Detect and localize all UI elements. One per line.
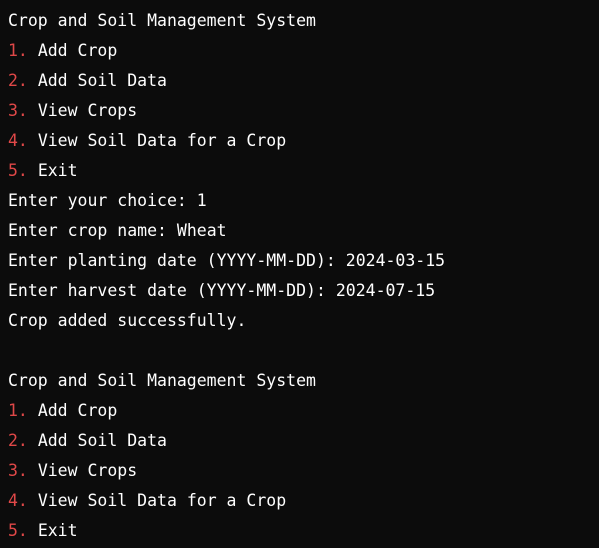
- menu-item-view-soil-data: 4. View Soil Data for a Crop: [8, 486, 599, 516]
- crop-name-prompt: Enter crop name:: [8, 221, 177, 240]
- planting-date-value: 2024-03-15: [345, 251, 446, 270]
- menu-item-label: Add Crop: [37, 41, 118, 60]
- harvest-date-prompt-line: Enter harvest date (YYYY-MM-DD): 2024-07…: [8, 276, 599, 306]
- choice-value: 1: [196, 191, 207, 210]
- menu-item-number: 5.: [8, 161, 28, 180]
- menu-item-number: 2.: [8, 71, 28, 90]
- menu-item-add-soil-data: 2. Add Soil Data: [8, 66, 599, 96]
- menu-item-label: View Soil Data for a Crop: [37, 131, 287, 150]
- harvest-date-prompt: Enter harvest date (YYYY-MM-DD):: [8, 281, 336, 300]
- menu-item-label: Exit: [37, 161, 78, 180]
- planting-date-prompt-line: Enter planting date (YYYY-MM-DD): 2024-0…: [8, 246, 599, 276]
- menu-title: Crop and Soil Management System: [8, 11, 316, 30]
- menu-item-exit: 5. Exit: [8, 156, 599, 186]
- planting-date-prompt: Enter planting date (YYYY-MM-DD):: [8, 251, 346, 270]
- terminal-output[interactable]: Crop and Soil Management System 1. Add C…: [0, 0, 599, 548]
- menu-item-view-soil-data: 4. View Soil Data for a Crop: [8, 126, 599, 156]
- menu-item-label: Add Soil Data: [37, 71, 167, 90]
- menu-item-number: 1.: [8, 41, 28, 60]
- menu-item-label: View Crops: [37, 101, 138, 120]
- menu-item-view-crops: 3. View Crops: [8, 96, 599, 126]
- menu-item-number: 3.: [8, 101, 28, 120]
- crop-name-value: Wheat: [176, 221, 227, 240]
- crop-name-prompt-line: Enter crop name: Wheat: [8, 216, 599, 246]
- choice-prompt-line: Enter your choice: 1: [8, 186, 599, 216]
- menu-item-number: 1.: [8, 401, 28, 420]
- menu-item-number: 3.: [8, 461, 28, 480]
- menu-item-exit: 5. Exit: [8, 516, 599, 546]
- menu-title: Crop and Soil Management System: [8, 371, 316, 390]
- choice-prompt: Enter your choice:: [8, 191, 197, 210]
- menu-item-label: View Soil Data for a Crop: [37, 491, 287, 510]
- result-message: Crop added successfully.: [8, 311, 247, 330]
- menu-item-number: 5.: [8, 521, 28, 540]
- menu-item-view-crops: 3. View Crops: [8, 456, 599, 486]
- menu-item-number: 2.: [8, 431, 28, 450]
- menu-item-number: 4.: [8, 131, 28, 150]
- menu-item-add-crop: 1. Add Crop: [8, 36, 599, 66]
- menu-item-label: Exit: [37, 521, 78, 540]
- menu-item-label: Add Crop: [37, 401, 118, 420]
- menu-item-add-soil-data: 2. Add Soil Data: [8, 426, 599, 456]
- menu-item-number: 4.: [8, 491, 28, 510]
- menu-item-label: View Crops: [37, 461, 138, 480]
- harvest-date-value: 2024-07-15: [335, 281, 436, 300]
- menu-item-label: Add Soil Data: [37, 431, 167, 450]
- menu-item-add-crop: 1. Add Crop: [8, 396, 599, 426]
